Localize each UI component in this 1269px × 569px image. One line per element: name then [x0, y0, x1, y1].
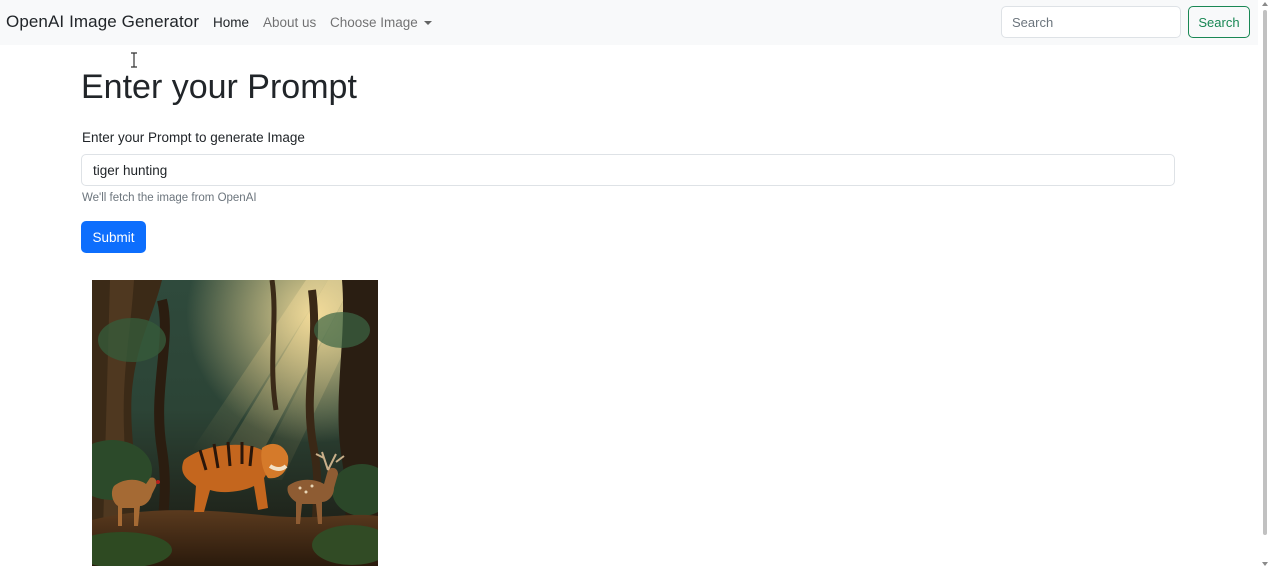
vertical-scrollbar[interactable]	[1261, 0, 1269, 569]
submit-button[interactable]: Submit	[81, 221, 146, 253]
search-input[interactable]	[1001, 6, 1181, 38]
scroll-up-arrow-icon[interactable]	[1262, 2, 1268, 6]
prompt-input[interactable]	[81, 154, 1175, 186]
page: OpenAI Image Generator Home About us Cho…	[0, 0, 1269, 569]
nav-link-home[interactable]: Home	[213, 15, 249, 30]
scrollbar-thumb[interactable]	[1263, 10, 1267, 535]
chevron-down-icon	[423, 21, 432, 25]
navbar-brand[interactable]: OpenAI Image Generator	[6, 12, 199, 32]
generated-image	[92, 280, 378, 566]
text-cursor-icon	[131, 52, 137, 68]
search-button[interactable]: Search	[1188, 6, 1250, 38]
prompt-label: Enter your Prompt to generate Image	[82, 130, 305, 145]
prompt-help-text: We'll fetch the image from OpenAI	[82, 192, 257, 204]
page-title: Enter your Prompt	[81, 68, 357, 106]
nav-dropdown-label: Choose Image	[330, 15, 418, 30]
nav-link-about-us[interactable]: About us	[263, 15, 316, 30]
scroll-down-arrow-icon[interactable]	[1262, 562, 1268, 566]
navbar: OpenAI Image Generator Home About us Cho…	[0, 0, 1258, 45]
nav-dropdown-choose-image[interactable]: Choose Image	[330, 15, 432, 30]
